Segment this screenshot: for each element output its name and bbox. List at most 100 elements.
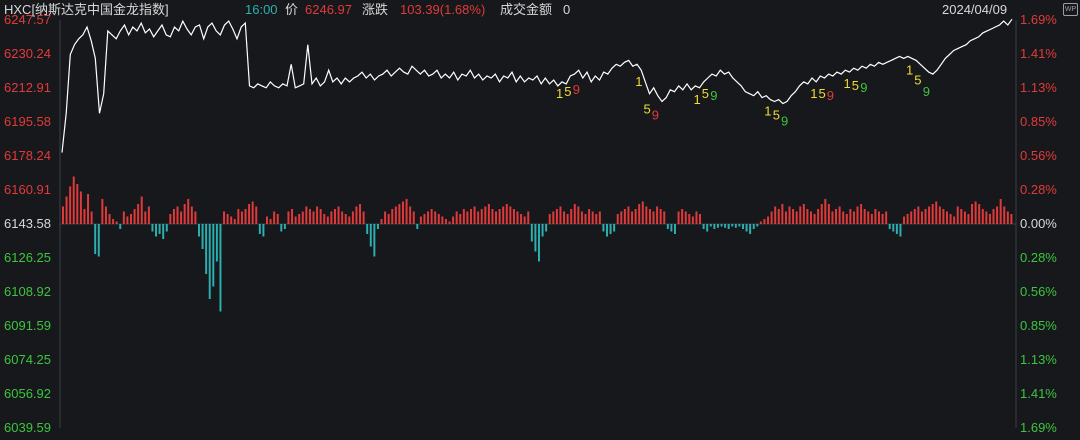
volume-bar xyxy=(892,224,895,232)
volume-bar xyxy=(351,211,354,224)
left-axis-label: 6212.91 xyxy=(4,80,51,95)
volume-bar xyxy=(541,224,544,237)
volume-bar xyxy=(423,214,426,224)
volume-bar xyxy=(491,209,494,224)
volume-bar xyxy=(999,199,1002,224)
volume-bar xyxy=(881,214,884,224)
volume-bar xyxy=(566,214,569,224)
volume-bar xyxy=(674,224,676,234)
volume-bar xyxy=(827,204,830,224)
volume-bar xyxy=(663,211,666,224)
volume-bar xyxy=(842,211,845,224)
volume-bar xyxy=(269,219,272,224)
volume-bar xyxy=(724,224,727,228)
volume-bar xyxy=(348,216,351,224)
volume-bar xyxy=(455,211,458,224)
volume-bar xyxy=(308,209,311,224)
volume-bar xyxy=(495,211,498,224)
volume-bar xyxy=(523,216,526,224)
volume-bar xyxy=(756,224,759,227)
right-axis-label: 1.69% xyxy=(1020,12,1057,27)
volume-bar xyxy=(212,224,215,287)
sequence-label: 5 xyxy=(914,72,921,87)
volume-bar xyxy=(641,201,644,224)
volume-bar xyxy=(942,209,945,224)
volume-bar xyxy=(767,216,770,224)
volume-bar xyxy=(437,214,440,224)
right-axis-label: 0.85% xyxy=(1020,318,1057,333)
volume-bar xyxy=(681,209,684,224)
sequence-label: 1 xyxy=(810,86,817,101)
volume-bar xyxy=(140,196,143,224)
left-axis-label: 6247.57 xyxy=(4,12,51,27)
volume-bar xyxy=(981,209,984,224)
volume-bar xyxy=(971,204,974,224)
volume-bar xyxy=(373,224,376,257)
volume-bar xyxy=(591,211,594,224)
volume-bar xyxy=(384,211,387,224)
left-axis-label: 6039.59 xyxy=(4,420,51,435)
volume-bar xyxy=(534,224,537,252)
volume-bar xyxy=(838,206,841,224)
volume-bar xyxy=(1010,214,1013,224)
volume-bar xyxy=(430,209,433,224)
volume-bar xyxy=(788,206,791,224)
volume-bar xyxy=(946,211,948,224)
right-axis-label: 0.00% xyxy=(1020,216,1057,231)
volume-bar xyxy=(795,211,798,224)
volume-bar xyxy=(305,206,308,224)
volume-bar xyxy=(870,214,873,224)
volume-bar xyxy=(906,214,909,224)
volume-bar xyxy=(155,224,158,237)
volume-bar xyxy=(448,221,451,224)
volume-bar xyxy=(470,209,472,224)
volume-bar xyxy=(845,214,848,224)
volume-bar xyxy=(108,214,111,224)
volume-bar xyxy=(165,224,168,232)
sequence-label: 5 xyxy=(644,102,651,117)
volume-bar xyxy=(334,209,336,224)
volume-bar xyxy=(595,214,598,224)
left-axis-label: 6143.58 xyxy=(4,216,51,231)
volume-bar xyxy=(996,206,999,224)
volume-bar xyxy=(577,206,580,224)
volume-bar xyxy=(394,206,397,224)
volume-bar xyxy=(187,199,190,224)
volume-bar xyxy=(548,214,551,224)
volume-bar xyxy=(391,209,394,224)
volume-bar xyxy=(459,214,462,224)
volume-bar xyxy=(917,206,920,224)
volume-bar xyxy=(462,209,465,224)
left-axis-label: 6195.58 xyxy=(4,114,51,129)
volume-bar xyxy=(670,224,673,232)
volume-bar xyxy=(802,204,805,224)
left-axis-label: 6160.91 xyxy=(4,182,51,197)
volume-bar xyxy=(151,224,154,232)
volume-bar xyxy=(240,211,243,224)
volume-bar xyxy=(126,216,129,224)
volume-bar xyxy=(573,204,576,224)
sequence-label: 9 xyxy=(781,114,788,129)
volume-bar xyxy=(677,211,680,224)
volume-bar xyxy=(323,214,326,224)
volume-bar xyxy=(763,219,766,224)
volume-bar xyxy=(813,214,816,224)
volume-bar xyxy=(956,206,959,224)
volume-bar xyxy=(87,194,90,224)
volume-bar xyxy=(1003,206,1006,224)
right-axis-label: 0.56% xyxy=(1020,284,1057,299)
volume-bar xyxy=(774,206,777,224)
volume-bar xyxy=(266,216,268,224)
volume-bar xyxy=(355,206,358,224)
volume-bar xyxy=(734,224,737,228)
volume-bar xyxy=(849,209,852,224)
volume-bar xyxy=(888,224,891,229)
volume-bar xyxy=(94,224,97,254)
volume-bar xyxy=(387,214,390,224)
volume-bar xyxy=(194,211,197,224)
volume-bar xyxy=(505,204,508,224)
sequence-label: 1 xyxy=(635,74,642,89)
sequence-label: 9 xyxy=(652,108,659,123)
volume-bar xyxy=(434,211,437,224)
volume-bar xyxy=(337,206,340,224)
